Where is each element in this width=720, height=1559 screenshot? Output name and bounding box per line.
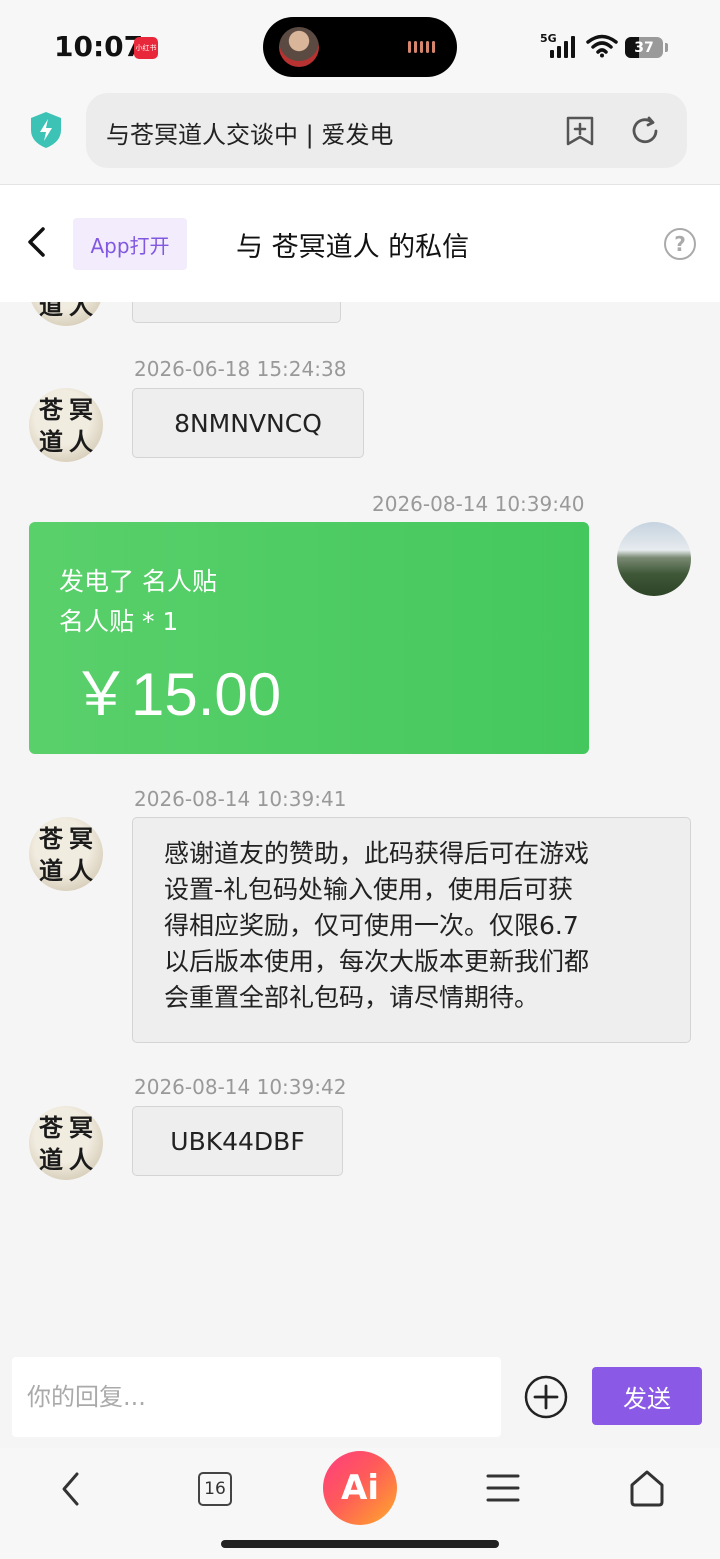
browser-address-bar: 与苍冥道人交谈中 | 爱发电 [0, 92, 720, 184]
gift-amount: ￥15.00 [71, 661, 282, 728]
help-icon[interactable]: ? [664, 228, 696, 260]
message-line: 得相应奖励，仅可使用一次。仅限6.7 [164, 911, 579, 940]
menu-icon[interactable] [486, 1472, 520, 1504]
sender-avatar[interactable]: 苍 冥 道 人 [29, 302, 103, 326]
status-time: 10:07 [54, 30, 144, 63]
message-line: 会重置全部礼包码，请尽情期待。 [164, 983, 540, 1012]
gift-title: 发电了 名人贴 [59, 567, 217, 596]
gift-card[interactable]: 发电了 名人贴 名人贴 * 1 ￥15.00 [29, 522, 589, 754]
chat-area[interactable]: 苍 冥 道 人 2026-06-18 15:24:38 苍 冥 道 人 8NMN… [0, 302, 720, 1356]
status-bar: 10:07 小红书 5G 37 [0, 0, 720, 92]
home-indicator[interactable] [221, 1540, 499, 1548]
message-timestamp: 2026-08-14 10:39:42 [134, 1075, 347, 1099]
message-timestamp: 2026-06-18 15:24:38 [134, 357, 347, 381]
bookmark-add-icon[interactable] [565, 115, 595, 147]
sender-avatar[interactable]: 苍 冥 道 人 [29, 817, 103, 891]
ai-assistant-button[interactable]: Ai [323, 1451, 397, 1525]
add-icon[interactable] [524, 1375, 568, 1419]
reply-bar: 发送 [0, 1356, 720, 1448]
page-title: 与 苍冥道人 的私信 [236, 232, 470, 263]
reload-icon[interactable] [629, 115, 661, 147]
battery-icon: 37 [625, 37, 663, 58]
sender-avatar[interactable]: 苍 冥 道 人 [29, 388, 103, 462]
back-icon[interactable] [22, 225, 52, 259]
message-line: 感谢道友的赞助，此码获得后可在游戏 [164, 839, 590, 868]
message-bubble[interactable] [132, 302, 341, 323]
battery-tip [665, 43, 668, 52]
dynamic-island[interactable] [263, 17, 457, 77]
message-timestamp: 2026-08-14 10:39:40 [372, 492, 585, 516]
shield-icon[interactable] [28, 110, 64, 150]
home-icon[interactable] [628, 1468, 666, 1508]
message-bubble-code[interactable]: UBK44DBF [132, 1106, 343, 1176]
send-button[interactable]: 发送 [592, 1367, 702, 1425]
audio-wave-icon [408, 41, 435, 53]
message-line: 设置-礼包码处输入使用，使用后可获 [164, 875, 574, 904]
message-bubble-code[interactable]: 8NMNVNCQ [132, 388, 364, 458]
page-header: App打开 与 苍冥道人 的私信 ? [0, 184, 720, 302]
message-timestamp: 2026-08-14 10:39:41 [134, 787, 347, 811]
xiaohongshu-badge-icon: 小红书 [134, 37, 158, 59]
signal-icon [550, 36, 575, 58]
self-avatar[interactable] [617, 522, 691, 596]
gift-item: 名人贴 * 1 [59, 607, 179, 636]
address-text: 与苍冥道人交谈中 | 爱发电 [106, 121, 394, 149]
open-in-app-button[interactable]: App打开 [73, 218, 187, 270]
address-field[interactable]: 与苍冥道人交谈中 | 爱发电 [86, 93, 687, 168]
reply-input[interactable] [12, 1357, 501, 1437]
nav-back-icon[interactable] [58, 1470, 84, 1508]
tabs-count-button[interactable]: 16 [198, 1472, 232, 1506]
message-line: 以后版本使用，每次大版本更新我们都 [164, 947, 590, 976]
message-bubble-text[interactable]: 感谢道友的赞助，此码获得后可在游戏 设置-礼包码处输入使用，使用后可获 得相应奖… [132, 817, 691, 1043]
sender-avatar[interactable]: 苍 冥 道 人 [29, 1106, 103, 1180]
now-playing-avatar [279, 27, 319, 67]
battery-level: 37 [634, 39, 654, 56]
wifi-icon [586, 34, 618, 58]
